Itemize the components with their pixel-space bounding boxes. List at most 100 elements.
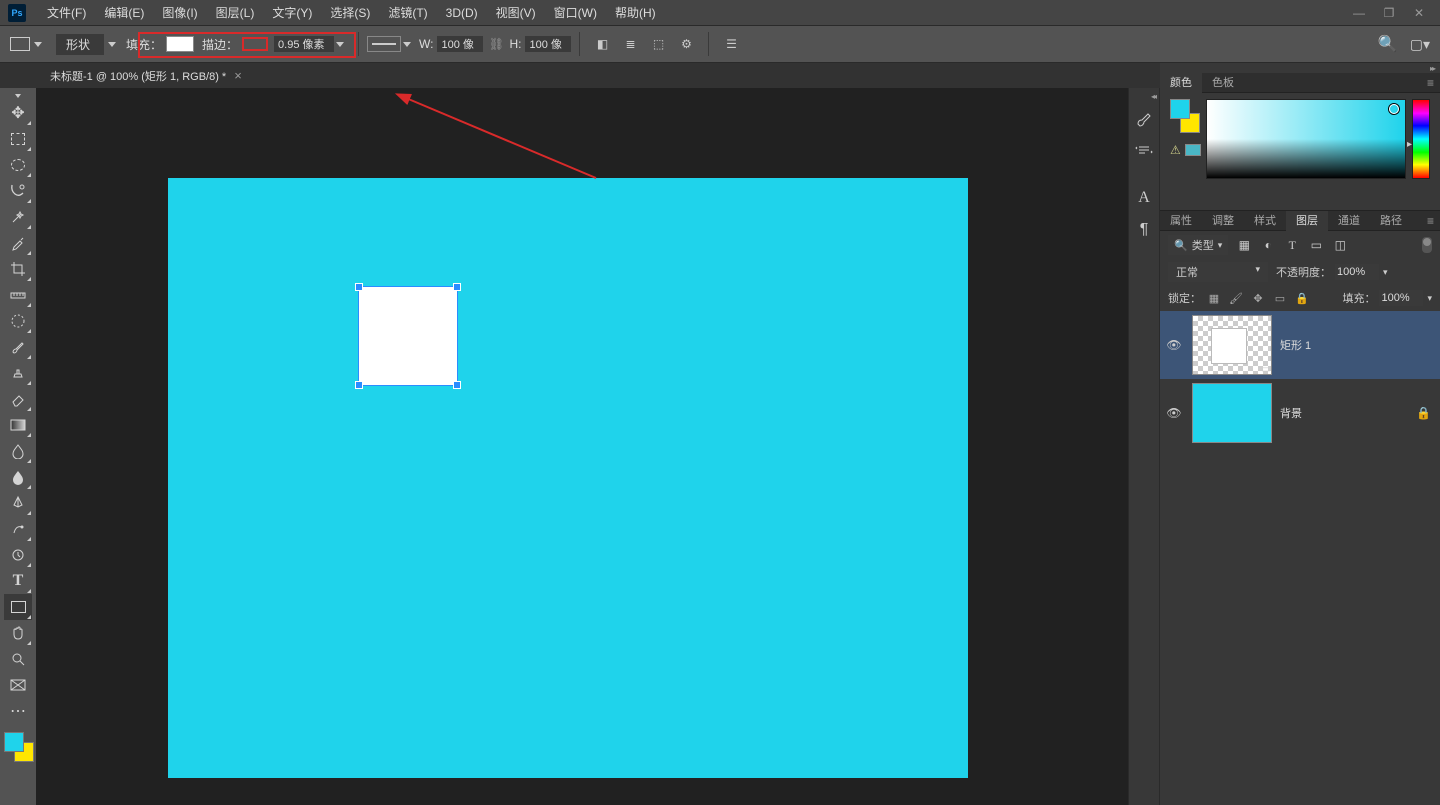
gamut-sample-swatch[interactable] <box>1185 144 1201 156</box>
filter-shape-icon[interactable]: ▭ <box>1308 237 1324 253</box>
filter-smart-icon[interactable]: ◫ <box>1332 237 1348 253</box>
handle-bl[interactable] <box>355 381 363 389</box>
menu-file[interactable]: 文件(F) <box>38 4 95 21</box>
layer-thumbnail[interactable]: ▭ <box>1192 315 1272 375</box>
menu-edit[interactable]: 编辑(E) <box>95 4 153 21</box>
path-operations-icon[interactable]: ◧ <box>591 33 613 55</box>
rectangle-tool[interactable] <box>4 594 32 620</box>
hue-strip[interactable] <box>1412 99 1430 179</box>
menu-layer[interactable]: 图层(L) <box>207 4 264 21</box>
clone-stamp-tool[interactable] <box>4 360 32 386</box>
lock-transparency-icon[interactable]: ▦ <box>1205 289 1223 307</box>
canvas-area[interactable] <box>36 88 1160 805</box>
workspace-icon[interactable]: ▢▾ <box>1410 36 1430 53</box>
marquee-tool[interactable] <box>4 126 32 152</box>
eyedropper-tool[interactable] <box>4 230 32 256</box>
layer-name[interactable]: 矩形 1 <box>1280 337 1432 353</box>
brush-tool[interactable] <box>4 334 32 360</box>
menu-filter[interactable]: 滤镜(T) <box>379 4 436 21</box>
current-tool-icon[interactable] <box>10 37 30 51</box>
path-arrange-icon[interactable]: ⬚ <box>647 33 669 55</box>
lasso-tool[interactable] <box>4 152 32 178</box>
dock-history-icon[interactable] <box>1132 138 1156 162</box>
search-icon[interactable]: 🔍 <box>1378 34 1398 54</box>
eraser-tool[interactable] <box>4 386 32 412</box>
fill-opacity-input[interactable] <box>1379 290 1423 306</box>
color-panel-menu-icon[interactable]: ≡ <box>1427 76 1434 90</box>
document-tab[interactable]: 未标题-1 @ 100% (矩形 1, RGB/8) * × <box>40 64 252 88</box>
healing-tool[interactable] <box>4 308 32 334</box>
handle-tl[interactable] <box>355 283 363 291</box>
quick-select-tool[interactable] <box>4 178 32 204</box>
hue-slider-arrow[interactable]: ▸ <box>1407 139 1412 150</box>
filter-toggle[interactable] <box>1422 237 1432 253</box>
stroke-width-input[interactable] <box>274 36 334 52</box>
ruler-tool[interactable] <box>4 282 32 308</box>
more-tools-icon[interactable]: ⋯ <box>4 698 32 724</box>
tool-preset-dropdown[interactable] <box>34 42 42 47</box>
link-wh-icon[interactable]: ⛓ <box>487 35 505 53</box>
tab-paths[interactable]: 路径 <box>1370 211 1412 231</box>
magic-wand-tool[interactable] <box>4 204 32 230</box>
tab-styles[interactable]: 样式 <box>1244 211 1286 231</box>
gamut-warning-icon[interactable]: ⚠ <box>1170 143 1181 157</box>
blend-mode-select[interactable]: 正常 ▾ <box>1168 262 1268 282</box>
layer-row[interactable]: 👁 ▭ 矩形 1 <box>1160 311 1440 379</box>
lock-icon[interactable]: 🔒 <box>1416 406 1432 420</box>
edit-toolbar-icon[interactable] <box>4 672 32 698</box>
crop-tool[interactable] <box>4 256 32 282</box>
tab-adjustments[interactable]: 调整 <box>1202 211 1244 231</box>
toolbar-expand-icon[interactable] <box>0 92 36 100</box>
freeform-pen-tool[interactable] <box>4 516 32 542</box>
dock-brushes-icon[interactable] <box>1132 106 1156 130</box>
tool-mode-dropdown-icon[interactable] <box>108 42 116 47</box>
color-fg-bg[interactable] <box>1170 99 1200 133</box>
height-input[interactable] <box>525 36 571 52</box>
filter-type-icon[interactable]: T <box>1284 237 1300 253</box>
menu-view[interactable]: 视图(V) <box>487 4 545 21</box>
gradient-tool[interactable] <box>4 412 32 438</box>
blur-tool[interactable] <box>4 438 32 464</box>
type-tool[interactable]: T <box>4 568 32 594</box>
tab-properties[interactable]: 属性 <box>1160 211 1202 231</box>
color-field[interactable] <box>1206 99 1406 179</box>
menu-type[interactable]: 文字(Y) <box>263 4 321 21</box>
pen-tool[interactable] <box>4 490 32 516</box>
width-input[interactable] <box>437 36 483 52</box>
stroke-type-dropdown-icon[interactable] <box>403 42 411 47</box>
menu-window[interactable]: 窗口(W) <box>545 4 606 21</box>
dock-paragraph-icon[interactable]: ¶ <box>1132 218 1156 242</box>
tab-color[interactable]: 颜色 <box>1160 73 1202 93</box>
lock-all-icon[interactable]: 🔒 <box>1293 289 1311 307</box>
gear-icon[interactable]: ⚙ <box>675 33 697 55</box>
stroke-width-dropdown-icon[interactable] <box>336 42 344 47</box>
chevron-down-icon[interactable]: ▾ <box>1427 293 1432 304</box>
handle-tr[interactable] <box>453 283 461 291</box>
layer-thumbnail[interactable] <box>1192 383 1272 443</box>
stroke-swatch[interactable] <box>242 37 268 51</box>
close-icon[interactable]: ✕ <box>1406 4 1432 22</box>
layer-name[interactable]: 背景 <box>1280 405 1408 421</box>
shape-rectangle[interactable] <box>358 286 458 386</box>
dock-character-icon[interactable]: A <box>1132 186 1156 210</box>
close-tab-icon[interactable]: × <box>234 68 242 83</box>
color-swatches[interactable] <box>2 732 34 766</box>
stroke-type-select[interactable] <box>367 36 401 52</box>
dock-collapse-icon[interactable] <box>1129 92 1159 102</box>
menu-select[interactable]: 选择(S) <box>321 4 379 21</box>
chevron-down-icon[interactable]: ▾ <box>1383 267 1388 278</box>
dodge-tool[interactable] <box>4 464 32 490</box>
filter-adjust-icon[interactable]: ◐ <box>1260 237 1276 253</box>
fill-swatch[interactable] <box>166 36 194 52</box>
hand-tool[interactable] <box>4 620 32 646</box>
menu-3d[interactable]: 3D(D) <box>437 6 487 20</box>
tab-swatches[interactable]: 色板 <box>1202 73 1244 93</box>
lock-artboard-icon[interactable]: ▭ <box>1271 289 1289 307</box>
color-picker-ring[interactable] <box>1389 104 1399 114</box>
filter-kind-select[interactable]: 🔍 类型 ▾ <box>1168 235 1228 255</box>
artboard[interactable] <box>168 178 968 778</box>
color-fg-swatch[interactable] <box>1170 99 1190 119</box>
visibility-icon[interactable]: 👁 <box>1164 338 1184 352</box>
menu-help[interactable]: 帮助(H) <box>606 4 665 21</box>
lock-image-icon[interactable]: 🖌 <box>1227 289 1245 307</box>
